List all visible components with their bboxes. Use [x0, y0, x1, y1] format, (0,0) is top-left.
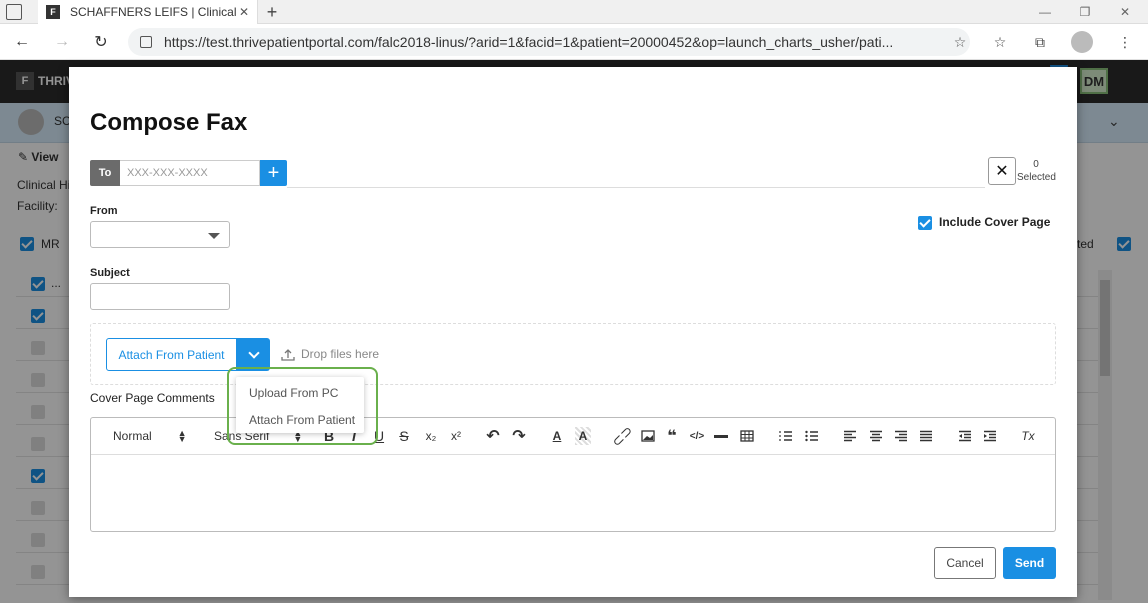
horizontal-rule-icon[interactable] — [713, 427, 729, 445]
bullet-list-icon[interactable] — [804, 427, 820, 445]
upload-icon — [281, 349, 295, 361]
add-recipient-button[interactable]: + — [260, 160, 287, 186]
selected-count: 0 Selected — [1017, 158, 1056, 184]
align-right-icon[interactable] — [893, 427, 909, 445]
browser-toolbar: ← → ↻ https://test.thrivepatientportal.c… — [0, 24, 1148, 60]
to-label: To — [90, 160, 120, 186]
align-center-icon[interactable] — [868, 427, 884, 445]
redo-icon[interactable]: ↷ — [510, 427, 528, 445]
favorite-add-icon[interactable]: ☆ — [950, 34, 970, 51]
browser-tab[interactable]: F SCHAFFNERS LEIFS | Clinical His ✕ — [38, 0, 258, 24]
subscript-button[interactable]: x₂ — [422, 427, 440, 445]
selected-count-value: 0 — [1033, 159, 1039, 170]
minimize-icon[interactable]: — — [1030, 0, 1060, 24]
align-left-icon[interactable] — [842, 427, 858, 445]
indent-icon[interactable] — [982, 427, 998, 445]
recipient-divider — [287, 187, 985, 188]
blockquote-icon[interactable]: ❝ — [664, 427, 680, 445]
updown-icon: ▲ ▼ — [177, 428, 187, 444]
fax-number-input[interactable]: XXX-XXX-XXXX — [120, 160, 260, 186]
superscript-button[interactable]: x² — [447, 427, 465, 445]
undo-icon[interactable]: ↶ — [484, 427, 502, 445]
background-color-icon[interactable]: A — [575, 427, 591, 445]
url-text: https://test.thrivepatientportal.com/fal… — [164, 34, 894, 50]
image-icon[interactable] — [640, 427, 656, 445]
strikethrough-button[interactable]: S — [397, 427, 411, 445]
maximize-icon[interactable]: ❐ — [1070, 0, 1100, 24]
profile-icon[interactable] — [1071, 31, 1093, 53]
more-options-icon[interactable]: ⋮ — [1115, 32, 1135, 52]
favorites-icon[interactable]: ☆ — [990, 32, 1010, 52]
clear-formatting-icon[interactable]: Tx — [1020, 427, 1036, 445]
clear-selection-button[interactable]: ✕ — [988, 157, 1016, 185]
subject-label: Subject — [90, 267, 130, 279]
tab-title: SCHAFFNERS LEIFS | Clinical His — [70, 5, 237, 19]
format-select[interactable]: Normal ▲ ▼ — [113, 427, 191, 445]
code-icon[interactable]: </> — [688, 427, 706, 445]
new-tab-button[interactable]: + — [262, 0, 282, 24]
from-label: From — [90, 205, 118, 217]
format-select-value: Normal — [113, 429, 152, 443]
text-color-icon[interactable]: A — [550, 427, 564, 445]
lock-icon — [140, 36, 152, 48]
drop-files-text: Drop files here — [301, 347, 380, 361]
attach-from-patient-button[interactable]: Attach From Patient — [106, 338, 237, 371]
send-button[interactable]: Send — [1003, 547, 1056, 579]
table-icon[interactable] — [739, 427, 755, 445]
chevron-down-icon — [247, 346, 260, 359]
forward-icon[interactable]: → — [50, 30, 74, 54]
subject-input[interactable] — [90, 283, 230, 310]
outdent-icon[interactable] — [957, 427, 973, 445]
address-bar[interactable]: https://test.thrivepatientportal.com/fal… — [128, 28, 970, 56]
include-cover-page-label[interactable]: Include Cover Page — [939, 215, 1050, 229]
align-justify-icon[interactable] — [918, 427, 934, 445]
favicon-icon: F — [46, 5, 60, 19]
link-icon[interactable]: ⊂⊃ — [608, 422, 636, 450]
browser-tab-bar: F SCHAFFNERS LEIFS | Clinical His ✕ + — … — [0, 0, 1148, 24]
annotation-highlight — [227, 367, 378, 445]
window-menu-icon[interactable] — [6, 4, 22, 20]
collections-icon[interactable]: ⧉ — [1030, 32, 1050, 52]
ordered-list-icon[interactable] — [778, 427, 794, 445]
from-select[interactable] — [90, 221, 230, 248]
back-icon[interactable]: ← — [10, 30, 34, 54]
cancel-button[interactable]: Cancel — [934, 547, 996, 579]
modal-title: Compose Fax — [90, 109, 248, 136]
cover-page-comments-label: Cover Page Comments — [90, 391, 215, 405]
window-close-icon[interactable]: ✕ — [1110, 0, 1140, 24]
compose-fax-modal: Compose Fax To XXX-XXX-XXXX + ✕ 0 Select… — [69, 67, 1077, 597]
refresh-icon[interactable]: ↻ — [89, 30, 113, 54]
include-cover-page-checkbox[interactable] — [918, 216, 932, 230]
caret-down-icon — [208, 233, 220, 239]
tab-close-icon[interactable]: ✕ — [237, 5, 251, 19]
selected-count-label: Selected — [1017, 172, 1056, 183]
